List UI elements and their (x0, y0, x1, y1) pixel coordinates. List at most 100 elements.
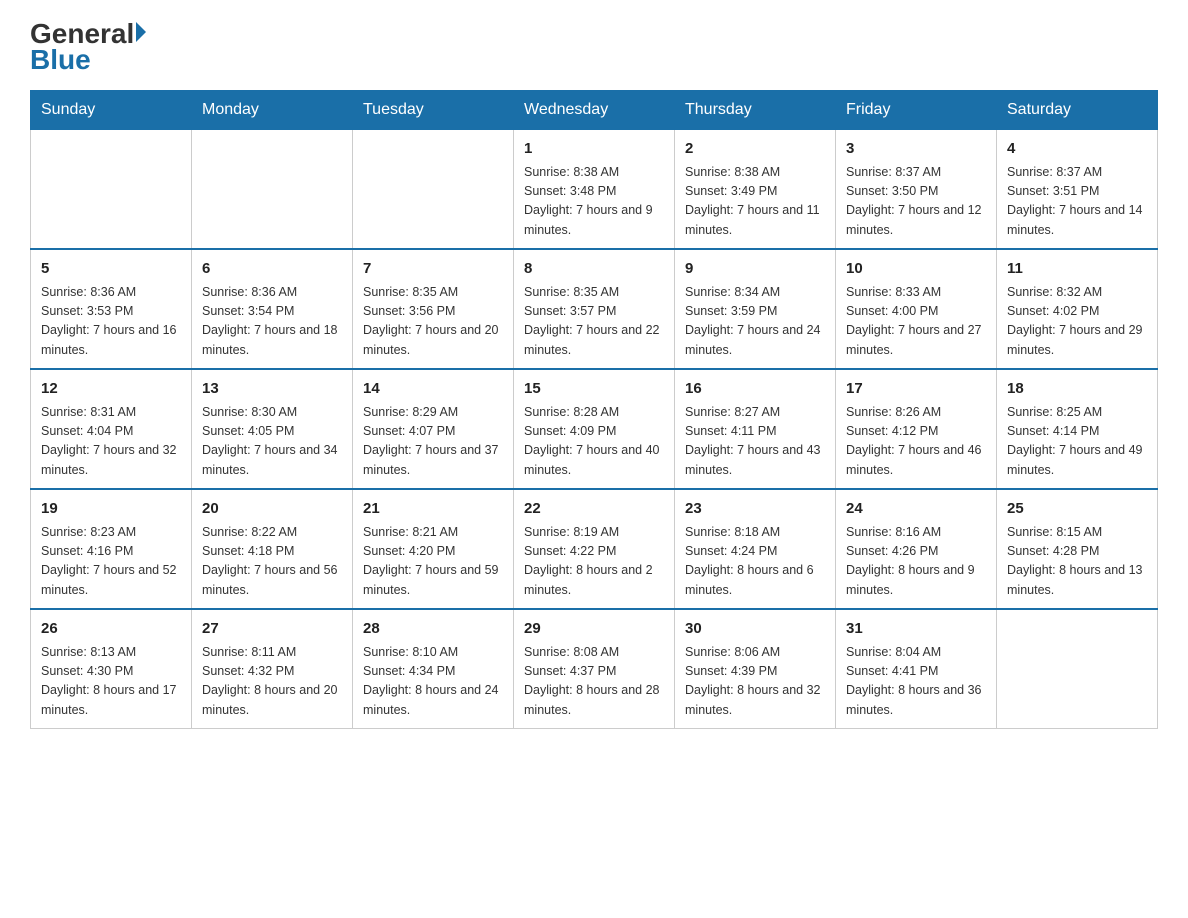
day-of-week-header: Tuesday (353, 91, 514, 130)
day-number: 8 (524, 258, 664, 281)
day-info: Sunrise: 8:35 AM Sunset: 3:57 PM Dayligh… (524, 283, 664, 361)
calendar-day-cell: 2Sunrise: 8:38 AM Sunset: 3:49 PM Daylig… (675, 130, 836, 250)
calendar-day-cell: 4Sunrise: 8:37 AM Sunset: 3:51 PM Daylig… (997, 130, 1158, 250)
day-number: 31 (846, 618, 986, 641)
calendar-day-cell: 19Sunrise: 8:23 AM Sunset: 4:16 PM Dayli… (31, 489, 192, 609)
day-of-week-header: Sunday (31, 91, 192, 130)
calendar-day-cell: 20Sunrise: 8:22 AM Sunset: 4:18 PM Dayli… (192, 489, 353, 609)
day-info: Sunrise: 8:28 AM Sunset: 4:09 PM Dayligh… (524, 403, 664, 481)
calendar-day-cell: 9Sunrise: 8:34 AM Sunset: 3:59 PM Daylig… (675, 249, 836, 369)
day-number: 10 (846, 258, 986, 281)
calendar-day-cell (353, 130, 514, 250)
day-info: Sunrise: 8:22 AM Sunset: 4:18 PM Dayligh… (202, 523, 342, 601)
day-number: 25 (1007, 498, 1147, 521)
day-number: 29 (524, 618, 664, 641)
calendar-day-cell (192, 130, 353, 250)
day-info: Sunrise: 8:38 AM Sunset: 3:48 PM Dayligh… (524, 163, 664, 241)
day-of-week-header: Friday (836, 91, 997, 130)
logo-triangle-icon (136, 22, 146, 42)
day-number: 11 (1007, 258, 1147, 281)
day-info: Sunrise: 8:37 AM Sunset: 3:50 PM Dayligh… (846, 163, 986, 241)
day-info: Sunrise: 8:19 AM Sunset: 4:22 PM Dayligh… (524, 523, 664, 601)
day-info: Sunrise: 8:37 AM Sunset: 3:51 PM Dayligh… (1007, 163, 1147, 241)
day-number: 22 (524, 498, 664, 521)
day-number: 12 (41, 378, 181, 401)
day-number: 30 (685, 618, 825, 641)
day-number: 15 (524, 378, 664, 401)
calendar-day-cell: 3Sunrise: 8:37 AM Sunset: 3:50 PM Daylig… (836, 130, 997, 250)
day-number: 23 (685, 498, 825, 521)
day-info: Sunrise: 8:18 AM Sunset: 4:24 PM Dayligh… (685, 523, 825, 601)
calendar-day-cell: 13Sunrise: 8:30 AM Sunset: 4:05 PM Dayli… (192, 369, 353, 489)
day-of-week-header: Saturday (997, 91, 1158, 130)
calendar-day-cell: 18Sunrise: 8:25 AM Sunset: 4:14 PM Dayli… (997, 369, 1158, 489)
day-number: 28 (363, 618, 503, 641)
day-info: Sunrise: 8:25 AM Sunset: 4:14 PM Dayligh… (1007, 403, 1147, 481)
day-number: 9 (685, 258, 825, 281)
calendar-day-cell: 17Sunrise: 8:26 AM Sunset: 4:12 PM Dayli… (836, 369, 997, 489)
calendar-day-cell: 24Sunrise: 8:16 AM Sunset: 4:26 PM Dayli… (836, 489, 997, 609)
calendar-header-row: SundayMondayTuesdayWednesdayThursdayFrid… (31, 91, 1158, 130)
day-number: 24 (846, 498, 986, 521)
day-info: Sunrise: 8:23 AM Sunset: 4:16 PM Dayligh… (41, 523, 181, 601)
calendar-day-cell: 26Sunrise: 8:13 AM Sunset: 4:30 PM Dayli… (31, 609, 192, 729)
calendar-day-cell: 16Sunrise: 8:27 AM Sunset: 4:11 PM Dayli… (675, 369, 836, 489)
day-of-week-header: Monday (192, 91, 353, 130)
day-number: 14 (363, 378, 503, 401)
day-info: Sunrise: 8:26 AM Sunset: 4:12 PM Dayligh… (846, 403, 986, 481)
day-info: Sunrise: 8:21 AM Sunset: 4:20 PM Dayligh… (363, 523, 503, 601)
day-info: Sunrise: 8:08 AM Sunset: 4:37 PM Dayligh… (524, 643, 664, 721)
day-of-week-header: Wednesday (514, 91, 675, 130)
calendar-day-cell: 8Sunrise: 8:35 AM Sunset: 3:57 PM Daylig… (514, 249, 675, 369)
calendar-week-row: 12Sunrise: 8:31 AM Sunset: 4:04 PM Dayli… (31, 369, 1158, 489)
day-number: 7 (363, 258, 503, 281)
day-info: Sunrise: 8:10 AM Sunset: 4:34 PM Dayligh… (363, 643, 503, 721)
day-info: Sunrise: 8:06 AM Sunset: 4:39 PM Dayligh… (685, 643, 825, 721)
day-number: 18 (1007, 378, 1147, 401)
day-number: 5 (41, 258, 181, 281)
calendar-day-cell: 12Sunrise: 8:31 AM Sunset: 4:04 PM Dayli… (31, 369, 192, 489)
calendar-day-cell: 14Sunrise: 8:29 AM Sunset: 4:07 PM Dayli… (353, 369, 514, 489)
calendar-week-row: 19Sunrise: 8:23 AM Sunset: 4:16 PM Dayli… (31, 489, 1158, 609)
day-number: 6 (202, 258, 342, 281)
day-number: 16 (685, 378, 825, 401)
calendar-day-cell: 31Sunrise: 8:04 AM Sunset: 4:41 PM Dayli… (836, 609, 997, 729)
day-info: Sunrise: 8:36 AM Sunset: 3:54 PM Dayligh… (202, 283, 342, 361)
calendar-week-row: 1Sunrise: 8:38 AM Sunset: 3:48 PM Daylig… (31, 130, 1158, 250)
calendar-day-cell: 27Sunrise: 8:11 AM Sunset: 4:32 PM Dayli… (192, 609, 353, 729)
calendar-day-cell (31, 130, 192, 250)
calendar-day-cell: 10Sunrise: 8:33 AM Sunset: 4:00 PM Dayli… (836, 249, 997, 369)
day-of-week-header: Thursday (675, 91, 836, 130)
calendar-day-cell: 1Sunrise: 8:38 AM Sunset: 3:48 PM Daylig… (514, 130, 675, 250)
day-number: 26 (41, 618, 181, 641)
day-number: 4 (1007, 138, 1147, 161)
day-number: 27 (202, 618, 342, 641)
day-info: Sunrise: 8:13 AM Sunset: 4:30 PM Dayligh… (41, 643, 181, 721)
day-number: 17 (846, 378, 986, 401)
calendar-day-cell: 6Sunrise: 8:36 AM Sunset: 3:54 PM Daylig… (192, 249, 353, 369)
day-info: Sunrise: 8:36 AM Sunset: 3:53 PM Dayligh… (41, 283, 181, 361)
day-info: Sunrise: 8:30 AM Sunset: 4:05 PM Dayligh… (202, 403, 342, 481)
calendar-day-cell: 23Sunrise: 8:18 AM Sunset: 4:24 PM Dayli… (675, 489, 836, 609)
day-info: Sunrise: 8:04 AM Sunset: 4:41 PM Dayligh… (846, 643, 986, 721)
calendar-day-cell: 21Sunrise: 8:21 AM Sunset: 4:20 PM Dayli… (353, 489, 514, 609)
day-info: Sunrise: 8:31 AM Sunset: 4:04 PM Dayligh… (41, 403, 181, 481)
day-info: Sunrise: 8:35 AM Sunset: 3:56 PM Dayligh… (363, 283, 503, 361)
calendar-day-cell: 25Sunrise: 8:15 AM Sunset: 4:28 PM Dayli… (997, 489, 1158, 609)
logo: General Blue (30, 20, 146, 74)
day-info: Sunrise: 8:11 AM Sunset: 4:32 PM Dayligh… (202, 643, 342, 721)
calendar-day-cell: 30Sunrise: 8:06 AM Sunset: 4:39 PM Dayli… (675, 609, 836, 729)
day-info: Sunrise: 8:33 AM Sunset: 4:00 PM Dayligh… (846, 283, 986, 361)
calendar-day-cell: 7Sunrise: 8:35 AM Sunset: 3:56 PM Daylig… (353, 249, 514, 369)
calendar-day-cell (997, 609, 1158, 729)
day-number: 2 (685, 138, 825, 161)
day-number: 21 (363, 498, 503, 521)
logo-blue-text: Blue (30, 44, 91, 75)
calendar-week-row: 5Sunrise: 8:36 AM Sunset: 3:53 PM Daylig… (31, 249, 1158, 369)
day-number: 3 (846, 138, 986, 161)
day-info: Sunrise: 8:29 AM Sunset: 4:07 PM Dayligh… (363, 403, 503, 481)
day-info: Sunrise: 8:15 AM Sunset: 4:28 PM Dayligh… (1007, 523, 1147, 601)
calendar-day-cell: 28Sunrise: 8:10 AM Sunset: 4:34 PM Dayli… (353, 609, 514, 729)
day-info: Sunrise: 8:16 AM Sunset: 4:26 PM Dayligh… (846, 523, 986, 601)
calendar-day-cell: 11Sunrise: 8:32 AM Sunset: 4:02 PM Dayli… (997, 249, 1158, 369)
